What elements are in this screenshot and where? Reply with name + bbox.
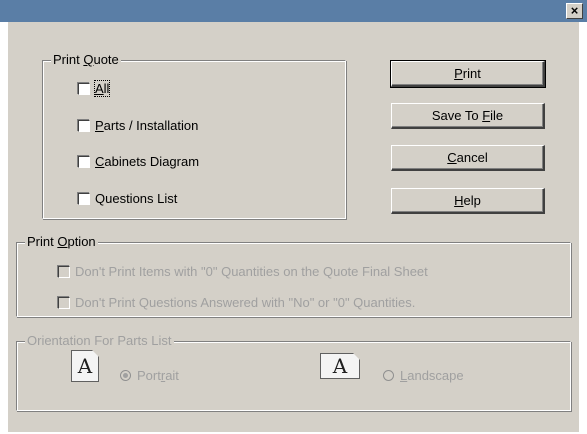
cancel-button[interactable]: Cancel (391, 145, 545, 171)
checkbox-all[interactable]: All (78, 80, 111, 97)
checkbox-label: Don't Print Questions Answered with "No"… (75, 295, 416, 310)
checkbox-box[interactable] (78, 155, 90, 168)
checkbox-label: Parts / Installation (95, 118, 199, 133)
print-option-legend: Print Option (25, 234, 98, 249)
print-quote-group: Print Quote All Parts / Installation Cab… (42, 52, 346, 219)
dialog-body: Print Quote All Parts / Installation Cab… (8, 22, 579, 432)
checkbox-box[interactable] (78, 119, 90, 132)
checkbox-cabinets-diagram[interactable]: Cabinets Diagram (78, 154, 199, 169)
print-dialog: × Print Quote All Parts / Installation C… (0, 0, 587, 434)
help-button[interactable]: Help (391, 188, 545, 214)
radio-landscape[interactable]: Landscape (383, 368, 464, 383)
checkbox-label: Don't Print Items with "0" Quantities on… (75, 264, 428, 279)
radio-label: Portrait (137, 368, 179, 383)
checkbox-box[interactable] (78, 192, 90, 205)
close-icon: × (570, 3, 579, 18)
orientation-legend: Orientation For Parts List (25, 333, 174, 348)
checkbox-label: Cabinets Diagram (95, 154, 200, 169)
checkbox-skip-zero-quantities[interactable]: Don't Print Items with "0" Quantities on… (58, 264, 428, 279)
checkbox-parts-installation[interactable]: Parts / Installation (78, 118, 198, 133)
portrait-orientation-icon: A (71, 350, 99, 382)
print-button-label: Print (454, 66, 481, 81)
radio-button[interactable] (383, 370, 394, 381)
save-to-file-button-label: Save To File (431, 108, 504, 123)
checkbox-questions-list[interactable]: Questions List (78, 191, 177, 206)
print-option-group: Print Option Don't Print Items with "0" … (16, 234, 571, 317)
orientation-group: Orientation For Parts List A Portrait A … (16, 333, 571, 411)
radio-button[interactable] (120, 370, 131, 381)
save-to-file-button[interactable]: Save To File (391, 103, 545, 129)
checkbox-box[interactable] (58, 296, 70, 309)
print-quote-legend: Print Quote (51, 52, 121, 67)
checkbox-skip-no-answers[interactable]: Don't Print Questions Answered with "No"… (58, 295, 415, 310)
print-button[interactable]: Print (390, 60, 546, 88)
help-button-label: Help (454, 193, 481, 208)
close-button[interactable]: × (566, 3, 583, 19)
checkbox-label: Questions List (95, 191, 178, 206)
radio-portrait[interactable]: Portrait (120, 368, 179, 383)
checkbox-box[interactable] (78, 82, 90, 95)
landscape-orientation-icon: A (320, 353, 360, 379)
cancel-button-label: Cancel (447, 150, 488, 165)
checkbox-box[interactable] (58, 265, 70, 278)
checkbox-label: All (93, 80, 111, 97)
radio-label: Landscape (400, 368, 464, 383)
title-bar: × (0, 0, 587, 22)
